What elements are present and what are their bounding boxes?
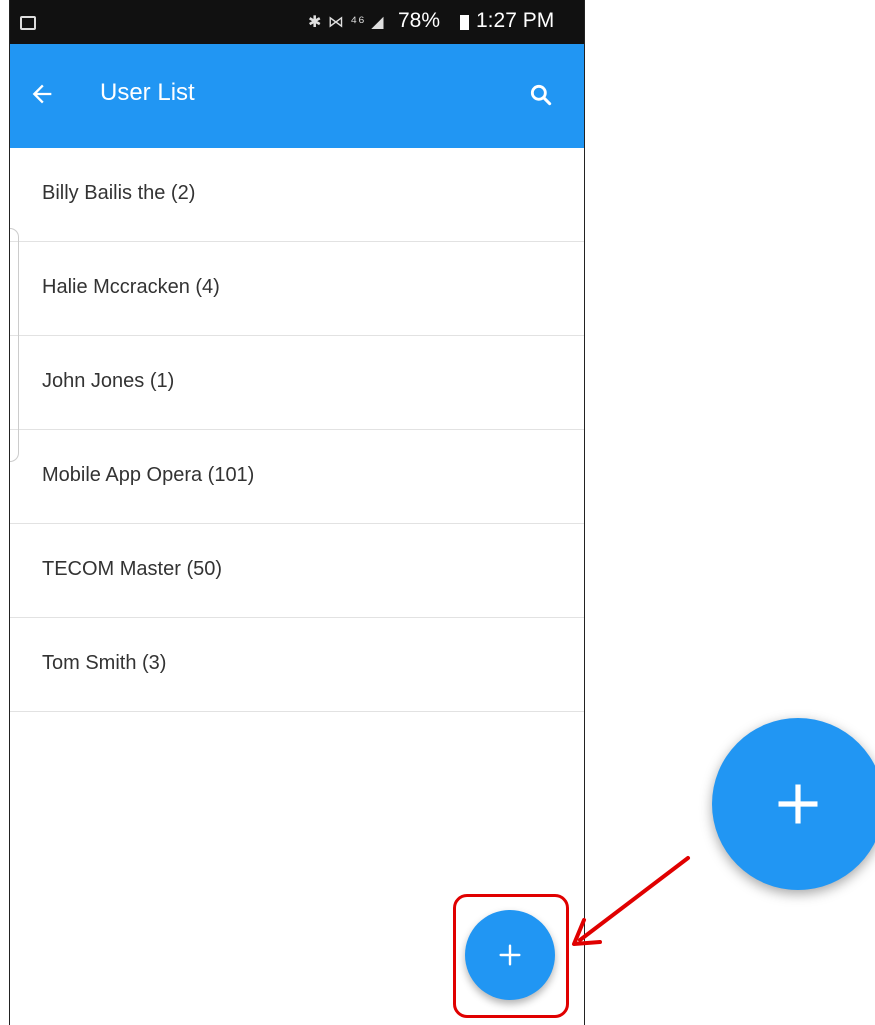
highlight-box bbox=[453, 894, 569, 1018]
user-name: Mobile App Opera (101) bbox=[42, 464, 255, 486]
page-title: User List bbox=[100, 79, 195, 106]
status-icons: ✱ ⋈ ⁴⁶ ◢ bbox=[308, 14, 385, 31]
plus-icon bbox=[778, 784, 818, 824]
list-item[interactable]: Mobile App Opera (101) bbox=[10, 430, 584, 524]
search-icon[interactable] bbox=[528, 82, 554, 108]
user-name: Tom Smith (3) bbox=[42, 652, 167, 674]
battery-percentage: 78% bbox=[398, 9, 441, 32]
user-name: Billy Bailis the (2) bbox=[42, 182, 196, 204]
list-item[interactable]: TECOM Master (50) bbox=[10, 524, 584, 618]
status-bar: ✱ ⋈ ⁴⁶ ◢ 78% 1:27 PM bbox=[10, 0, 584, 44]
arrow-left-icon[interactable] bbox=[28, 80, 56, 108]
list-item[interactable]: Halie Mccracken (4) bbox=[10, 242, 584, 336]
battery-icon bbox=[460, 15, 469, 30]
user-name: TECOM Master (50) bbox=[42, 558, 223, 580]
callout-arrow bbox=[572, 856, 690, 946]
edge-scroll-indicator bbox=[10, 228, 19, 462]
list-item[interactable]: John Jones (1) bbox=[10, 336, 584, 430]
clock: 1:27 PM bbox=[476, 9, 555, 32]
list-item[interactable]: Tom Smith (3) bbox=[10, 618, 584, 712]
user-name: John Jones (1) bbox=[42, 370, 175, 392]
app-bar: User List bbox=[10, 44, 584, 148]
list-item[interactable]: Billy Bailis the (2) bbox=[10, 148, 584, 242]
user-list: Billy Bailis the (2) Halie Mccracken (4)… bbox=[10, 148, 584, 712]
screenshot-notification-icon bbox=[20, 16, 36, 30]
user-name: Halie Mccracken (4) bbox=[42, 276, 220, 298]
add-button-zoomed bbox=[712, 718, 875, 890]
phone-screen: ✱ ⋈ ⁴⁶ ◢ 78% 1:27 PM User List Billy Bai… bbox=[9, 0, 585, 1025]
